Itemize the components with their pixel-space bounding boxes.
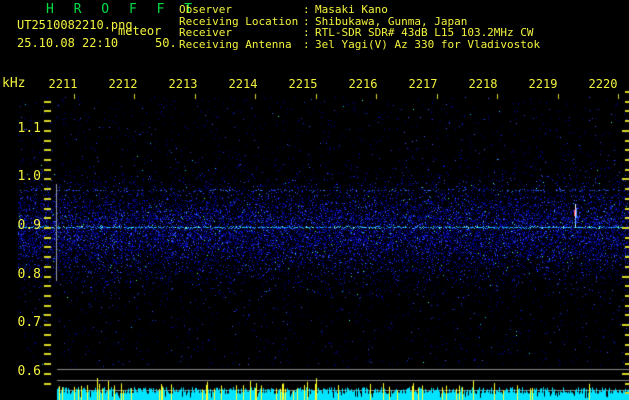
freq-label: 0.6	[17, 363, 41, 379]
spectrogram-canvas	[0, 0, 629, 400]
time-label: 2218	[468, 77, 498, 91]
info-label: Receiving Antenna	[179, 37, 292, 51]
time-label: 2214	[228, 77, 258, 91]
time-label: 2219	[528, 77, 558, 91]
freq-label: 0.7	[17, 315, 41, 331]
datetime-label: 25.10.08 22:10	[17, 36, 119, 50]
time-label: 2216	[348, 77, 378, 91]
info-colon: :	[303, 26, 310, 40]
hrofft-screen: H R O F F T UT2510082210.png meteor 25.1…	[0, 0, 629, 400]
time-label: 2212	[108, 77, 138, 91]
info-label: Observer	[179, 3, 232, 16]
freq-label: 1.0	[17, 169, 41, 185]
freq-label: 1.1	[17, 120, 41, 136]
time-label: 2215	[288, 77, 318, 91]
time-label: 2217	[408, 77, 438, 91]
app-title: H R O F F T	[46, 2, 199, 17]
time-label: 2211	[48, 77, 78, 91]
noise-figure: 50.	[155, 36, 177, 50]
freq-unit-label: kHz	[2, 76, 26, 91]
info-colon: :	[303, 37, 310, 51]
info-colon: :	[303, 3, 310, 16]
info-label: Receiver	[179, 26, 232, 40]
filename-label: UT2510082210.png	[17, 18, 133, 32]
info-row: Receiving Antenna:3el Yagi(V) Az 330 for…	[179, 37, 541, 51]
freq-label: 0.8	[17, 266, 41, 282]
freq-label: 0.9	[17, 218, 41, 233]
station-info: Observer: Masaki Kano Receiving Location: S…	[179, 4, 540, 50]
time-label: 2213	[168, 77, 198, 91]
info-value: 3el Yagi(V) Az 330 for Vladivostok	[315, 37, 541, 51]
time-label: 2220	[588, 77, 618, 91]
